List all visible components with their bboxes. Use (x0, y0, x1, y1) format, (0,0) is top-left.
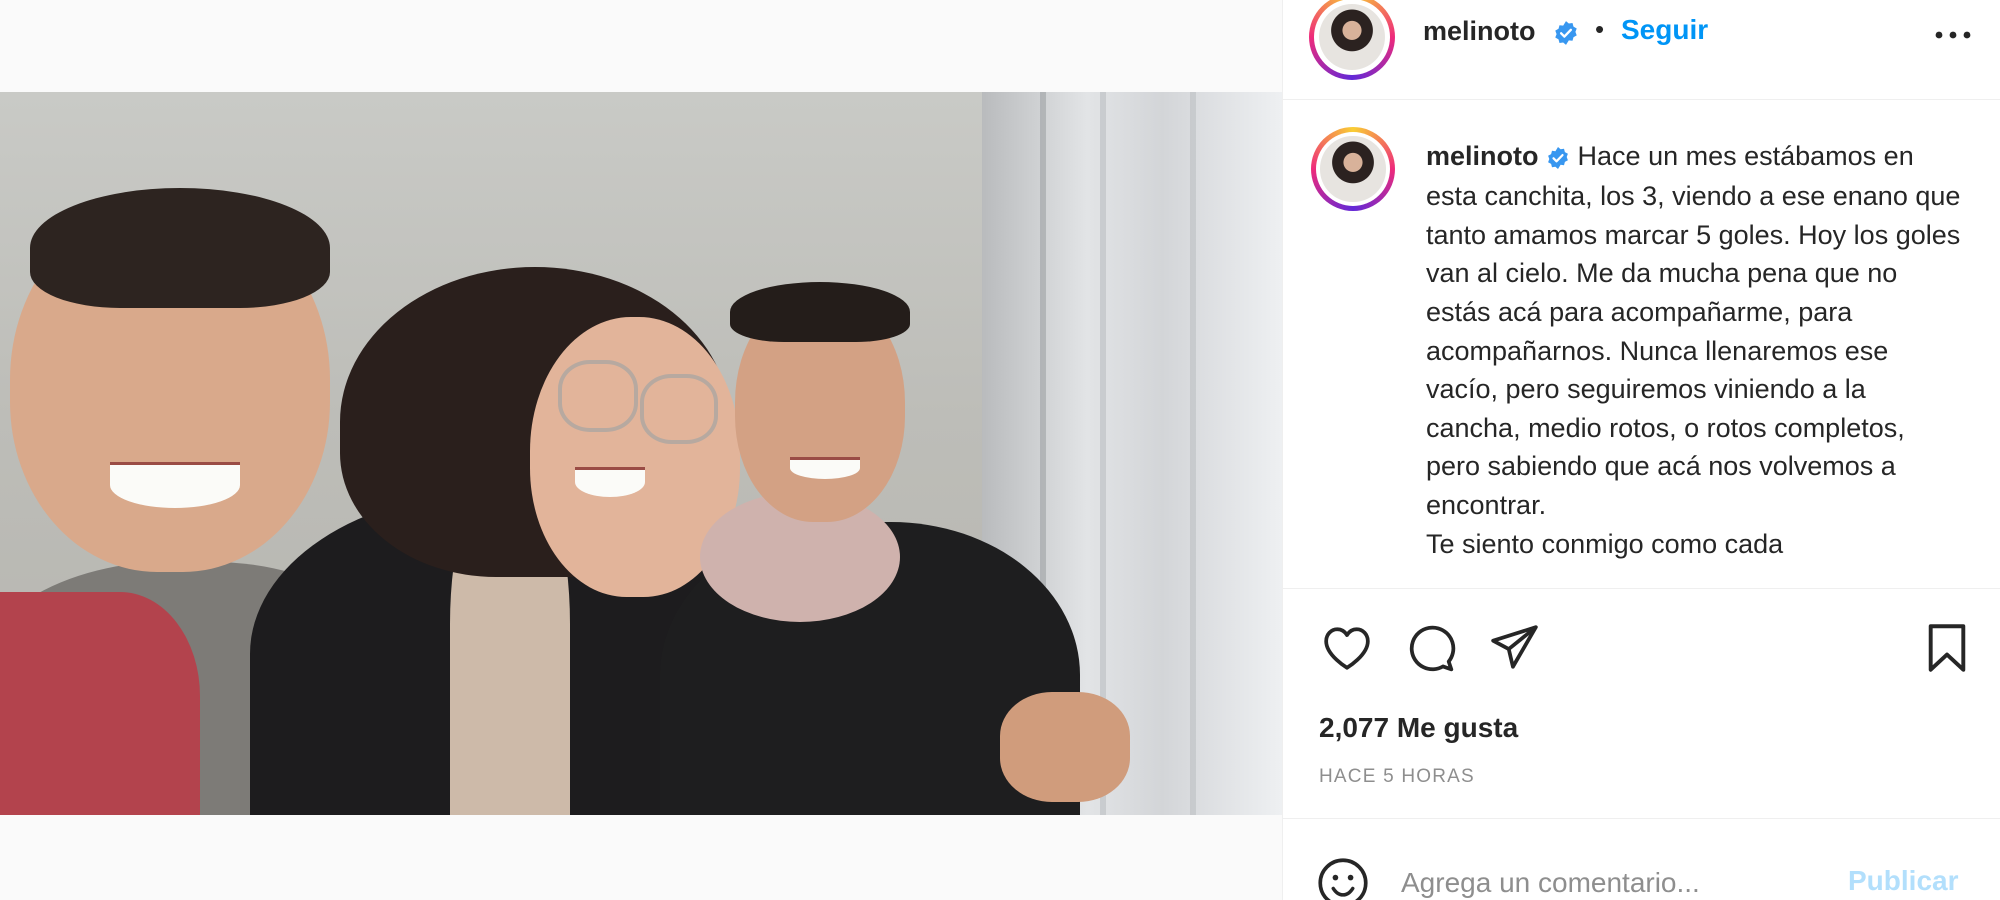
comment-button[interactable] (1403, 622, 1459, 678)
post-timestamp[interactable]: HACE 5 HORAS (1319, 766, 1475, 788)
heart-icon (1322, 625, 1372, 676)
post-photo[interactable] (0, 92, 1282, 815)
avatar (1318, 3, 1386, 71)
caption-avatar[interactable] (1311, 127, 1395, 211)
post-header: melinoto • Seguir (1283, 0, 2000, 100)
caption-text: Hace un mes estábamos en esta canchita, … (1426, 141, 1961, 559)
caption-username[interactable]: melinoto (1426, 141, 1539, 171)
person-right-hair (730, 282, 910, 342)
curtain-fold (1190, 92, 1196, 815)
emoji-button[interactable] (1317, 857, 1369, 900)
save-button[interactable] (1919, 622, 1975, 678)
post-side-panel: melinoto • Seguir melinoto Hace un mes e… (1282, 0, 2000, 900)
avatar (1320, 136, 1386, 202)
person-right-smile (790, 457, 860, 479)
person-right-hand (1000, 692, 1130, 802)
comment-input[interactable] (1401, 863, 1821, 900)
more-options-button[interactable] (1923, 18, 1983, 54)
emoji-icon (1317, 858, 1369, 900)
post-actions: 2,077 Me gusta HACE 5 HORAS (1283, 590, 2000, 790)
header-avatar[interactable] (1309, 0, 1395, 80)
share-button[interactable] (1487, 622, 1543, 678)
publish-button[interactable]: Publicar (1848, 865, 1958, 897)
comment-icon (1406, 623, 1456, 678)
caption: melinoto Hace un mes estábamos en esta c… (1426, 137, 1966, 563)
person-left-shirt (0, 592, 200, 815)
person-left-hair (30, 188, 330, 308)
verified-badge-icon (1546, 139, 1570, 178)
paper-plane-icon (1490, 624, 1540, 677)
follow-button[interactable]: Seguir (1621, 14, 1708, 46)
more-horizontal-icon (1933, 27, 1973, 45)
person-center-smile (575, 467, 645, 497)
person-center-glasses (558, 360, 638, 432)
caption-section: melinoto Hace un mes estábamos en esta c… (1283, 101, 2000, 589)
person-center-glasses (640, 374, 718, 444)
likes-count[interactable]: 2,077 Me gusta (1319, 712, 1518, 744)
separator-dot: • (1595, 14, 1605, 44)
like-button[interactable] (1319, 622, 1375, 678)
header-username[interactable]: melinoto (1423, 16, 1536, 47)
person-left-smile (110, 462, 240, 508)
media-area (0, 0, 1282, 900)
verified-badge-icon (1553, 20, 1579, 51)
bookmark-icon (1927, 623, 1967, 678)
comment-bar: Publicar (1283, 818, 2000, 900)
